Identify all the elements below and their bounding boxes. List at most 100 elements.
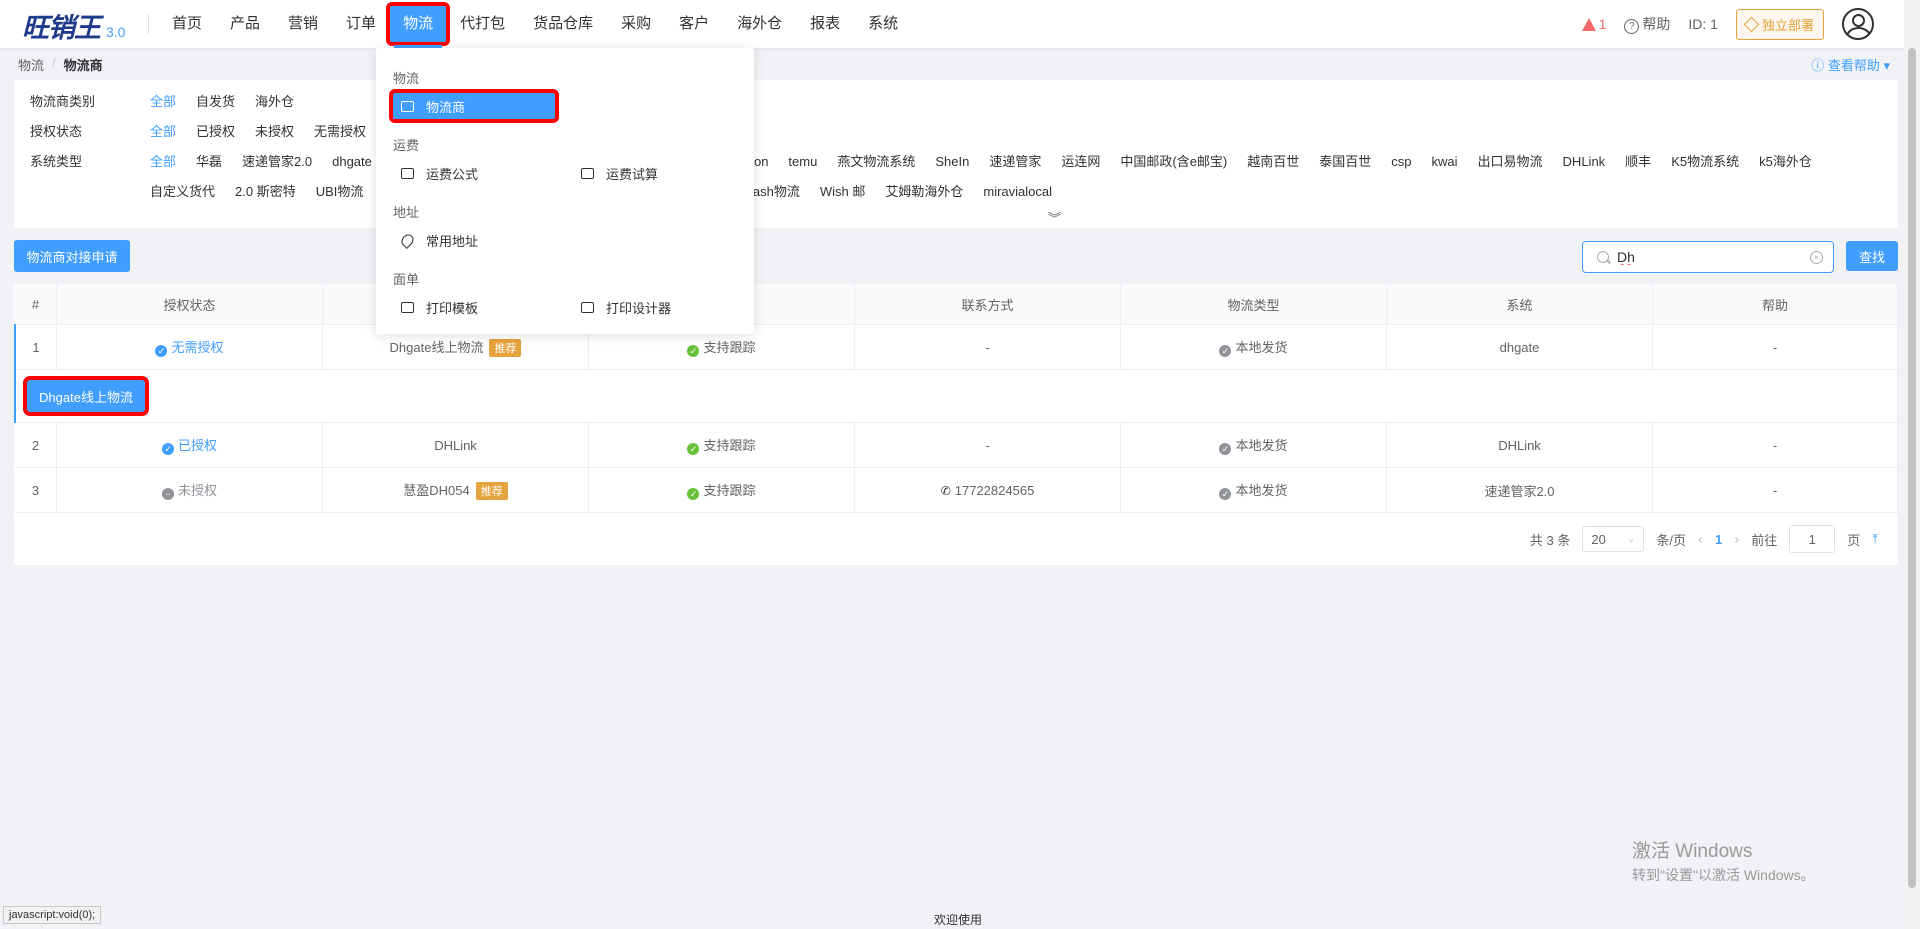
filter-option[interactable]: 泰国百世 (1319, 147, 1371, 177)
check-icon: ✓ (1219, 345, 1232, 358)
back-to-top-icon[interactable]: ⤒ (1872, 531, 1878, 547)
dd-item-logistics-provider[interactable]: 物流商 (389, 89, 559, 123)
dhgate-connect-button[interactable]: Dhgate线上物流 (23, 376, 149, 416)
nav-products[interactable]: 产品 (216, 0, 274, 48)
nav-reports[interactable]: 报表 (796, 0, 854, 48)
expand-more-icon[interactable]: ︾ (1048, 208, 1061, 227)
check-icon: ✓ (1219, 488, 1232, 501)
nav-orders[interactable]: 订单 (332, 0, 390, 48)
search-button[interactable]: 查找 (1846, 241, 1898, 271)
filter-option[interactable]: dhgate (332, 147, 372, 177)
nav-warehouse[interactable]: 货品仓库 (519, 0, 607, 48)
filter-option[interactable]: 海外仓 (255, 87, 294, 117)
filter-option[interactable]: 越南百世 (1247, 147, 1299, 177)
logo-divider (148, 14, 149, 34)
filter-option[interactable]: K5物流系统 (1671, 147, 1739, 177)
nav-marketing[interactable]: 营销 (274, 0, 332, 48)
table-row[interactable]: 3 − 未授权 慧盈DH054 推荐 ✓ 支持跟踪 ✆ 17722824565 ✓ 本地发… (15, 467, 1898, 513)
filter-option[interactable]: 运连网 (1061, 147, 1100, 177)
vertical-scrollbar[interactable] (1904, 0, 1920, 929)
table-row[interactable]: 2 ✓ 已授权 DHLink ✓ 支持跟踪 - ✓ 本地发货 DHLink - (15, 422, 1898, 468)
app-logo[interactable]: 旺销王 3.0 (22, 6, 125, 44)
prev-page-icon[interactable]: ‹ (1698, 531, 1703, 548)
table-row[interactable]: 1 ✓ 无需授权 Dhgate线上物流 推荐 ✓ 支持跟踪 - ✓ 本地发货 dhgat… (15, 324, 1898, 370)
filter-option[interactable]: DHLink (1563, 147, 1606, 177)
help-button[interactable]: ? 帮助 (1624, 14, 1670, 34)
filter-option[interactable]: 全部 (150, 117, 176, 147)
logo-text: 旺销王 (22, 13, 101, 44)
filter-option[interactable]: csp (1391, 147, 1411, 177)
user-id: ID: 1 (1688, 16, 1718, 32)
dd-item-print-designer[interactable]: 打印设计器 (573, 294, 671, 320)
filter-option[interactable]: 艾姆勒海外仓 (885, 177, 963, 207)
filter-option[interactable]: 速递管家2.0 (242, 147, 312, 177)
nav-home[interactable]: 首页 (158, 0, 216, 48)
nav-overseas[interactable]: 海外仓 (723, 0, 796, 48)
status-bar-url: javascript:void(0); (3, 906, 102, 924)
filter-option[interactable]: Wish 邮 (820, 177, 866, 207)
check-icon: ✓ (161, 443, 174, 456)
auth-status[interactable]: ✓ 无需授权 (56, 324, 323, 370)
filter-option[interactable]: 自定义货代 (150, 177, 215, 207)
user-avatar-icon[interactable] (1842, 8, 1874, 40)
filter-option[interactable]: 全部 (150, 87, 176, 117)
col-type: 物流类型 (1120, 284, 1387, 325)
provider-name: DHLink (322, 422, 589, 468)
filter-option[interactable]: 中国邮政(含e邮宝) (1120, 147, 1227, 177)
nav-customers[interactable]: 客户 (665, 0, 723, 48)
page-size-select[interactable]: 20 ⌄ (1582, 526, 1645, 552)
filter-option[interactable]: temu (788, 147, 817, 177)
nav-system[interactable]: 系统 (854, 0, 912, 48)
page-jump-input[interactable]: 1 (1789, 525, 1836, 553)
check-icon: ✓ (155, 345, 168, 358)
filter-option[interactable]: SheIn (935, 147, 969, 177)
dd-item-label: 物流商 (426, 99, 466, 115)
search-input[interactable] (1615, 248, 1809, 266)
check-icon: ✓ (1219, 443, 1232, 456)
current-page[interactable]: 1 (1715, 532, 1722, 547)
auth-status[interactable]: ✓ 已授权 (56, 422, 323, 468)
filter-option[interactable]: 速递管家 (989, 147, 1041, 177)
dd-item-label: 运费试算 (606, 166, 659, 182)
logistics-table: # 授权状态 联系方式 物流类型 系统 帮助 1 ✓ 无需授权 Dhgate线上物… (14, 284, 1898, 565)
help-cell: - (1652, 324, 1898, 370)
filter-option[interactable]: 出口易物流 (1478, 147, 1543, 177)
recommend-badge: 推荐 (489, 339, 522, 357)
alert-indicator[interactable]: 1 (1581, 16, 1606, 32)
filter-option[interactable]: 已授权 (196, 117, 235, 147)
filter-option[interactable]: 2.0 斯密特 (235, 177, 296, 207)
filter-option[interactable]: kwai (1432, 147, 1458, 177)
filter-option[interactable]: 无需授权 (314, 117, 366, 147)
dd-item-freight-formula[interactable]: 运费公式 (393, 160, 478, 186)
next-page-icon[interactable]: › (1734, 531, 1739, 548)
dd-item-common-address[interactable]: 常用地址 (393, 227, 478, 253)
filter-option[interactable]: 自发货 (196, 87, 235, 117)
filter-option[interactable]: UBI物流 (316, 177, 364, 207)
scrollbar-thumb[interactable] (1908, 48, 1916, 888)
deploy-button[interactable]: 独立部署 (1735, 8, 1824, 40)
filter-option[interactable]: miravialocal (983, 177, 1052, 207)
clear-icon[interactable]: × (1810, 250, 1823, 264)
auth-status[interactable]: − 未授权 (56, 467, 323, 513)
dd-section-freight: 运费 (393, 138, 420, 153)
nav-logistics[interactable]: 物流 (386, 2, 451, 48)
dd-item-print-template[interactable]: 打印模板 (393, 294, 478, 320)
apply-connect-button[interactable]: 物流商对接申请 (14, 240, 130, 272)
filter-option[interactable]: 顺丰 (1625, 147, 1651, 177)
edit-icon (581, 301, 594, 313)
top-nav-bar: 旺销王 3.0 首页 产品 营销 订单 物流 代打包 货品仓库 采购 客户 海外… (0, 0, 1904, 48)
nav-purchase[interactable]: 采购 (607, 0, 665, 48)
view-help-link[interactable]: ⓘ 查看帮助 ▾ (1811, 55, 1890, 74)
filter-option[interactable]: 燕文物流系统 (837, 147, 915, 177)
provider-label: DHLink (434, 437, 477, 453)
type-label: 本地发货 (1235, 437, 1288, 453)
goto-label: 前往 (1751, 532, 1778, 548)
breadcrumb-parent[interactable]: 物流 (18, 55, 44, 74)
col-index: # (15, 284, 57, 325)
dd-item-freight-calc[interactable]: 运费试算 (573, 160, 658, 186)
filter-option[interactable]: k5海外仓 (1759, 147, 1812, 177)
filter-option[interactable]: 未授权 (255, 117, 294, 147)
filter-option[interactable]: 华磊 (196, 147, 222, 177)
nav-packing[interactable]: 代打包 (446, 0, 519, 48)
filter-option[interactable]: 全部 (150, 147, 176, 177)
